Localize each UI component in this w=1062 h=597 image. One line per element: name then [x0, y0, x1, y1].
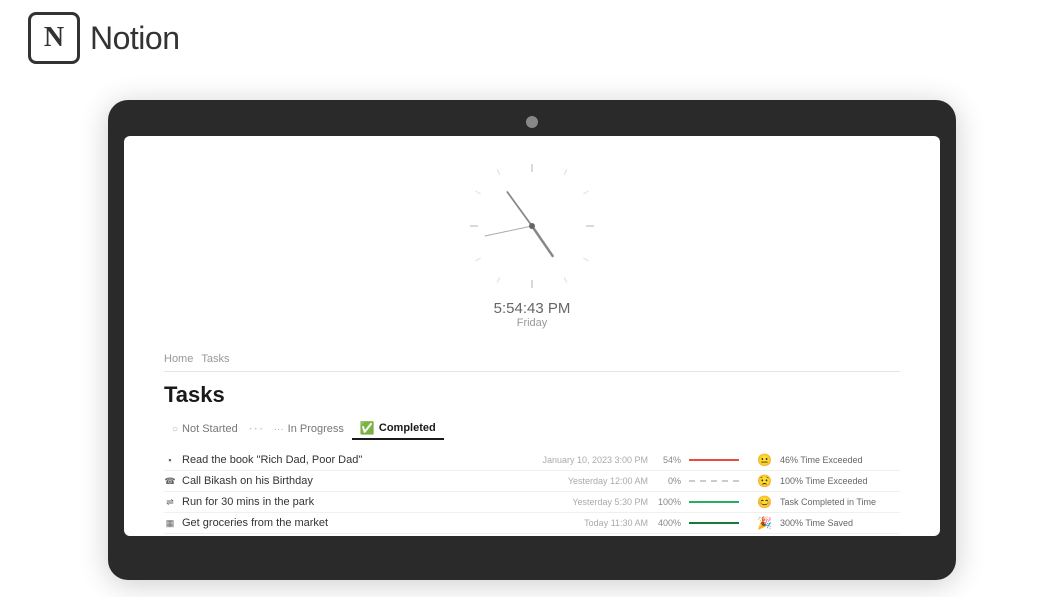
- laptop-frame: 5:54:43 PM Friday Home Tasks Tasks ○ Not…: [108, 100, 956, 580]
- clock-time-display: 5:54:43 PM Friday: [494, 300, 571, 329]
- task-left-1: ☎ Call Bikash on his Birthday: [164, 475, 528, 487]
- task-left-3: ▦ Get groceries from the market: [164, 517, 528, 529]
- task-percent-2: 100%: [656, 497, 681, 507]
- task-row: ☎ Call Bikash on his Birthday Yesterday …: [164, 471, 900, 492]
- clock-section: 5:54:43 PM Friday: [164, 136, 900, 345]
- task-date-0: January 10, 2023 3:00 PM: [528, 455, 648, 465]
- screen-content: 5:54:43 PM Friday Home Tasks Tasks ○ Not…: [124, 136, 940, 536]
- task-icon-0: ▪: [164, 454, 176, 466]
- task-icon-1: ☎: [164, 475, 176, 487]
- task-name-3: Get groceries from the market: [182, 517, 328, 529]
- in-progress-icon: ···: [274, 424, 284, 435]
- task-bar-line-0: [689, 459, 739, 461]
- task-bar-0: [689, 459, 749, 461]
- task-row: ⇌ Run for 30 mins in the park Yesterday …: [164, 492, 900, 513]
- completed-icon: ✅: [360, 421, 375, 435]
- task-icon-2: ⇌: [164, 496, 176, 508]
- laptop-camera: [526, 116, 538, 128]
- tab-completed[interactable]: ✅ Completed: [352, 418, 444, 440]
- breadcrumb-home[interactable]: Home: [164, 353, 193, 365]
- task-name-1: Call Bikash on his Birthday: [182, 475, 313, 487]
- task-date-2: Yesterday 5:30 PM: [528, 497, 648, 507]
- task-icon-3: ▦: [164, 517, 176, 529]
- task-emoji-3: 🎉: [757, 516, 772, 530]
- tab-not-started[interactable]: ○ Not Started: [164, 420, 246, 438]
- notion-logo-icon: N: [28, 12, 80, 64]
- task-right-2: Yesterday 5:30 PM 100% 😊 Task Completed …: [528, 495, 900, 509]
- task-status-text-0: 46% Time Exceeded: [780, 455, 900, 465]
- task-percent-1: 0%: [656, 476, 681, 486]
- tab-in-progress-label: In Progress: [288, 423, 344, 435]
- task-bar-1: [689, 480, 749, 482]
- notion-title: Notion: [90, 20, 180, 57]
- task-emoji-0: 😐: [757, 453, 772, 467]
- task-right-0: January 10, 2023 3:00 PM 54% 😐 46% Time …: [528, 453, 900, 467]
- laptop-screen: 5:54:43 PM Friday Home Tasks Tasks ○ Not…: [124, 136, 940, 536]
- task-bar-3: [689, 522, 749, 524]
- task-status-text-2: Task Completed in Time: [780, 497, 900, 507]
- task-list: ▪ Read the book "Rich Dad, Poor Dad" Jan…: [164, 450, 900, 534]
- task-bar-line-1: [689, 480, 739, 482]
- page-title: Tasks: [164, 382, 900, 408]
- task-emoji-2: 😊: [757, 495, 772, 509]
- task-left-0: ▪ Read the book "Rich Dad, Poor Dad": [164, 454, 528, 466]
- task-percent-0: 54%: [656, 455, 681, 465]
- task-name-0: Read the book "Rich Dad, Poor Dad": [182, 454, 362, 466]
- task-emoji-1: 😟: [757, 474, 772, 488]
- task-name-2: Run for 30 mins in the park: [182, 496, 314, 508]
- tab-completed-label: Completed: [379, 422, 436, 434]
- task-row: ▪ Read the book "Rich Dad, Poor Dad" Jan…: [164, 450, 900, 471]
- task-bar-line-2: [689, 501, 739, 503]
- task-date-3: Today 11:30 AM: [528, 518, 648, 528]
- task-right-1: Yesterday 12:00 AM 0% 😟 100% Time Exceed…: [528, 474, 900, 488]
- task-bar-line-3: [689, 522, 739, 524]
- analog-clock: [462, 156, 602, 296]
- task-left-2: ⇌ Run for 30 mins in the park: [164, 496, 528, 508]
- task-row: ▦ Get groceries from the market Today 11…: [164, 513, 900, 534]
- task-percent-3: 400%: [656, 518, 681, 528]
- tab-separator-1: ···: [248, 420, 264, 438]
- task-right-3: Today 11:30 AM 400% 🎉 300% Time Saved: [528, 516, 900, 530]
- task-date-1: Yesterday 12:00 AM: [528, 476, 648, 486]
- clock-day: Friday: [494, 317, 571, 329]
- breadcrumb-tasks[interactable]: Tasks: [201, 353, 229, 365]
- task-status-text-1: 100% Time Exceeded: [780, 476, 900, 486]
- task-status-text-3: 300% Time Saved: [780, 518, 900, 528]
- notion-logo-area: N Notion: [28, 12, 180, 64]
- task-bar-2: [689, 501, 749, 503]
- clock-time: 5:54:43 PM: [494, 300, 571, 317]
- filter-tabs: ○ Not Started ··· ··· In Progress ✅ Comp…: [164, 418, 900, 440]
- breadcrumb: Home Tasks: [164, 345, 900, 372]
- tab-not-started-label: Not Started: [182, 423, 238, 435]
- tab-in-progress[interactable]: ··· In Progress: [266, 420, 352, 438]
- not-started-icon: ○: [172, 424, 178, 435]
